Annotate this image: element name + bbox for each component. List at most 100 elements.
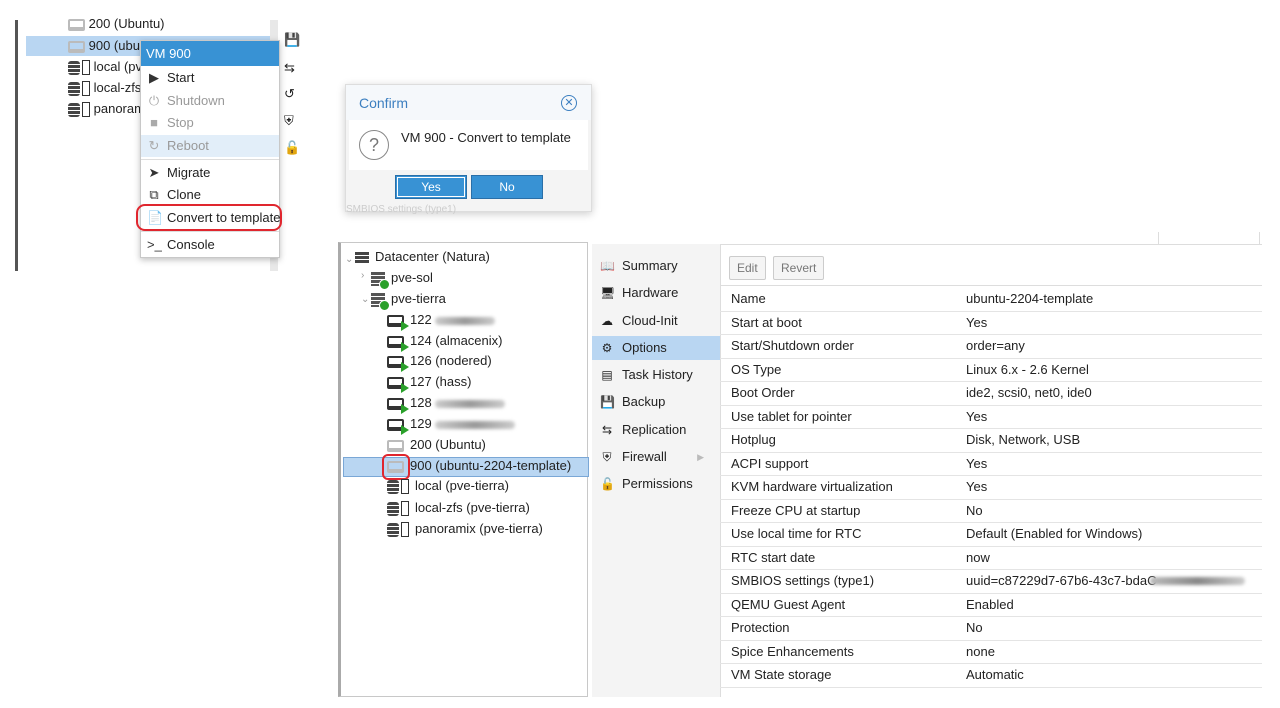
- tree-storage-panoramix[interactable]: panoramix (pve-tierra): [387, 519, 543, 539]
- option-value: No: [966, 502, 983, 518]
- option-key: KVM hardware virtualization: [731, 479, 893, 494]
- nav-item-label: Firewall: [622, 449, 667, 464]
- nav-item-firewall[interactable]: ⛨ Firewall ▶: [592, 445, 720, 469]
- tree-vm-127[interactable]: 127 (hass): [387, 372, 471, 393]
- yes-button[interactable]: Yes: [395, 175, 467, 199]
- confirm-dialog: Confirm ✕ ? VM 900 - Convert to template…: [345, 84, 592, 215]
- options-row[interactable]: Use tablet for pointer Yes: [720, 405, 1262, 429]
- tree-vm-122[interactable]: 122: [387, 310, 496, 331]
- options-row[interactable]: RTC start date now: [720, 546, 1262, 570]
- redacted-text: [1150, 577, 1245, 585]
- close-icon[interactable]: ✕: [561, 95, 577, 111]
- menu-item-console[interactable]: >_ Console: [147, 235, 215, 255]
- main-panel: ⌄ Datacenter (Natura) › pve-sol ⌄ pve-ti…: [338, 232, 1262, 697]
- tree-vm-900[interactable]: 900 (ubuntu-2204-template): [387, 456, 571, 476]
- menu-item-stop[interactable]: ■ Stop: [147, 113, 194, 133]
- options-row[interactable]: Freeze CPU at startup No: [720, 499, 1262, 523]
- option-key: ACPI support: [731, 455, 809, 471]
- unlock-icon[interactable]: 🔓: [284, 140, 300, 156]
- vm-running-icon: [387, 418, 409, 435]
- options-row[interactable]: VM State storage Automatic: [720, 663, 1262, 688]
- nav-item-summary[interactable]: 📖 Summary: [592, 254, 720, 278]
- tree-node-pve-tierra[interactable]: pve-tierra: [371, 289, 446, 311]
- nav-item-replication[interactable]: ⇆ Replication: [592, 418, 720, 442]
- nav-item-task-history[interactable]: ▤ Task History: [592, 363, 720, 387]
- tree-node-label: 124 (almacenix): [410, 333, 503, 348]
- options-row[interactable]: KVM hardware virtualization Yes: [720, 475, 1262, 500]
- collapse-icon[interactable]: ⌄: [361, 294, 369, 305]
- options-row[interactable]: Spice Enhancements none: [720, 640, 1262, 664]
- dialog-message: VM 900 - Convert to template: [401, 130, 571, 145]
- options-row[interactable]: Name ubuntu-2204-template: [720, 287, 1262, 312]
- edit-button[interactable]: Edit: [729, 256, 766, 280]
- gear-icon: ⚙: [601, 341, 613, 355]
- tree-node-pve-sol[interactable]: pve-sol: [371, 268, 433, 290]
- options-row[interactable]: OS Type Linux 6.x - 2.6 Kernel: [720, 358, 1262, 382]
- cloud-icon: ☁: [601, 314, 613, 328]
- options-row[interactable]: QEMU Guest Agent Enabled: [720, 593, 1262, 617]
- menu-item-reboot[interactable]: ↻ Reboot: [147, 136, 209, 156]
- tree-item-storage-panoramix[interactable]: panoram: [68, 99, 145, 119]
- options-row[interactable]: Boot Order ide2, scsi0, net0, ide0: [720, 381, 1262, 406]
- tree-item-label: 200 (Ubuntu): [88, 16, 165, 31]
- send-icon: ➤: [148, 165, 160, 180]
- history-icon[interactable]: ↺: [284, 86, 295, 102]
- nav-item-label: Backup: [622, 394, 666, 409]
- tree-item-label: local-zfs: [93, 80, 142, 95]
- storage-box-icon: [401, 522, 409, 538]
- no-button[interactable]: No: [471, 175, 543, 199]
- database-icon: [68, 81, 80, 96]
- options-row[interactable]: Use local time for RTC Default (Enabled f…: [720, 522, 1262, 547]
- tree-item-storage-local[interactable]: local (pv: [68, 57, 142, 77]
- clone-icon: ⧉: [149, 187, 159, 202]
- tree-storage-local-zfs[interactable]: local-zfs (pve-tierra): [387, 498, 530, 518]
- options-row[interactable]: Hotplug Disk, Network, USB: [720, 428, 1262, 453]
- vm-running-icon: [387, 335, 409, 352]
- options-row[interactable]: Protection No: [720, 616, 1262, 641]
- options-row[interactable]: Start at boot Yes: [720, 311, 1262, 335]
- stop-icon: ■: [150, 115, 158, 130]
- tree-vm-124[interactable]: 124 (almacenix): [387, 331, 503, 352]
- option-value: now: [966, 549, 990, 565]
- tree-node-label: 126 (nodered): [410, 353, 492, 368]
- retweet-icon[interactable]: ⇆: [284, 60, 295, 76]
- nav-item-hardware[interactable]: 🖥 Hardware: [592, 281, 720, 305]
- revert-button[interactable]: Revert: [773, 256, 825, 280]
- menu-item-shutdown[interactable]: ⏻ Shutdown: [147, 91, 225, 111]
- expand-icon[interactable]: ›: [361, 270, 364, 281]
- shield-icon[interactable]: ⛨: [284, 113, 294, 129]
- options-row[interactable]: ACPI support Yes: [720, 452, 1262, 476]
- nav-item-label: Task History: [622, 367, 693, 382]
- tree-vm-200[interactable]: 200 (Ubuntu): [387, 435, 486, 455]
- nav-item-cloud-init[interactable]: ☁ Cloud-Init: [592, 309, 720, 333]
- tree-storage-local[interactable]: local (pve-tierra): [387, 476, 509, 496]
- resource-tree: ⌄ Datacenter (Natura) › pve-sol ⌄ pve-ti…: [338, 242, 589, 697]
- options-row[interactable]: SMBIOS settings (type1) uuid=c87229d7-67b…: [720, 569, 1262, 594]
- menu-item-migrate[interactable]: ➤ Migrate: [147, 163, 211, 183]
- collapse-icon[interactable]: ⌄: [345, 254, 353, 265]
- tree-vm-128[interactable]: 128: [387, 393, 506, 414]
- menu-item-start[interactable]: ▶ Start: [147, 68, 194, 88]
- tree-node-label: Datacenter (Natura): [375, 249, 490, 264]
- option-key: RTC start date: [731, 549, 816, 565]
- nav-item-backup[interactable]: 💾 Backup: [592, 390, 720, 414]
- tree-vm-129[interactable]: 129: [387, 414, 516, 435]
- options-row[interactable]: Start/Shutdown order order=any: [720, 334, 1262, 359]
- option-value: ubuntu-2204-template: [966, 291, 1094, 306]
- menu-item-clone[interactable]: ⧉ Clone: [147, 185, 201, 205]
- tree-vm-126[interactable]: 126 (nodered): [387, 351, 492, 372]
- tree-node-datacenter[interactable]: Datacenter (Natura): [355, 247, 490, 267]
- option-key: Name: [731, 291, 766, 306]
- tree-item-storage-local-zfs[interactable]: local-zfs: [68, 78, 141, 98]
- tree-item-vm-900[interactable]: 900 (ubu: [68, 36, 140, 56]
- option-key: Spice Enhancements: [731, 643, 854, 659]
- floppy-icon[interactable]: 💾: [284, 32, 300, 48]
- vm-running-icon: [387, 355, 409, 372]
- nav-item-options[interactable]: ⚙ Options: [592, 336, 720, 360]
- tree-item-vm-200[interactable]: 200 (Ubuntu): [68, 14, 165, 34]
- shield-icon: ⛨: [602, 450, 612, 464]
- book-icon: 📖: [600, 259, 615, 273]
- option-value: Enabled: [966, 596, 1014, 612]
- nav-item-permissions[interactable]: 🔓 Permissions: [592, 472, 720, 496]
- menu-item-label: Shutdown: [167, 93, 225, 108]
